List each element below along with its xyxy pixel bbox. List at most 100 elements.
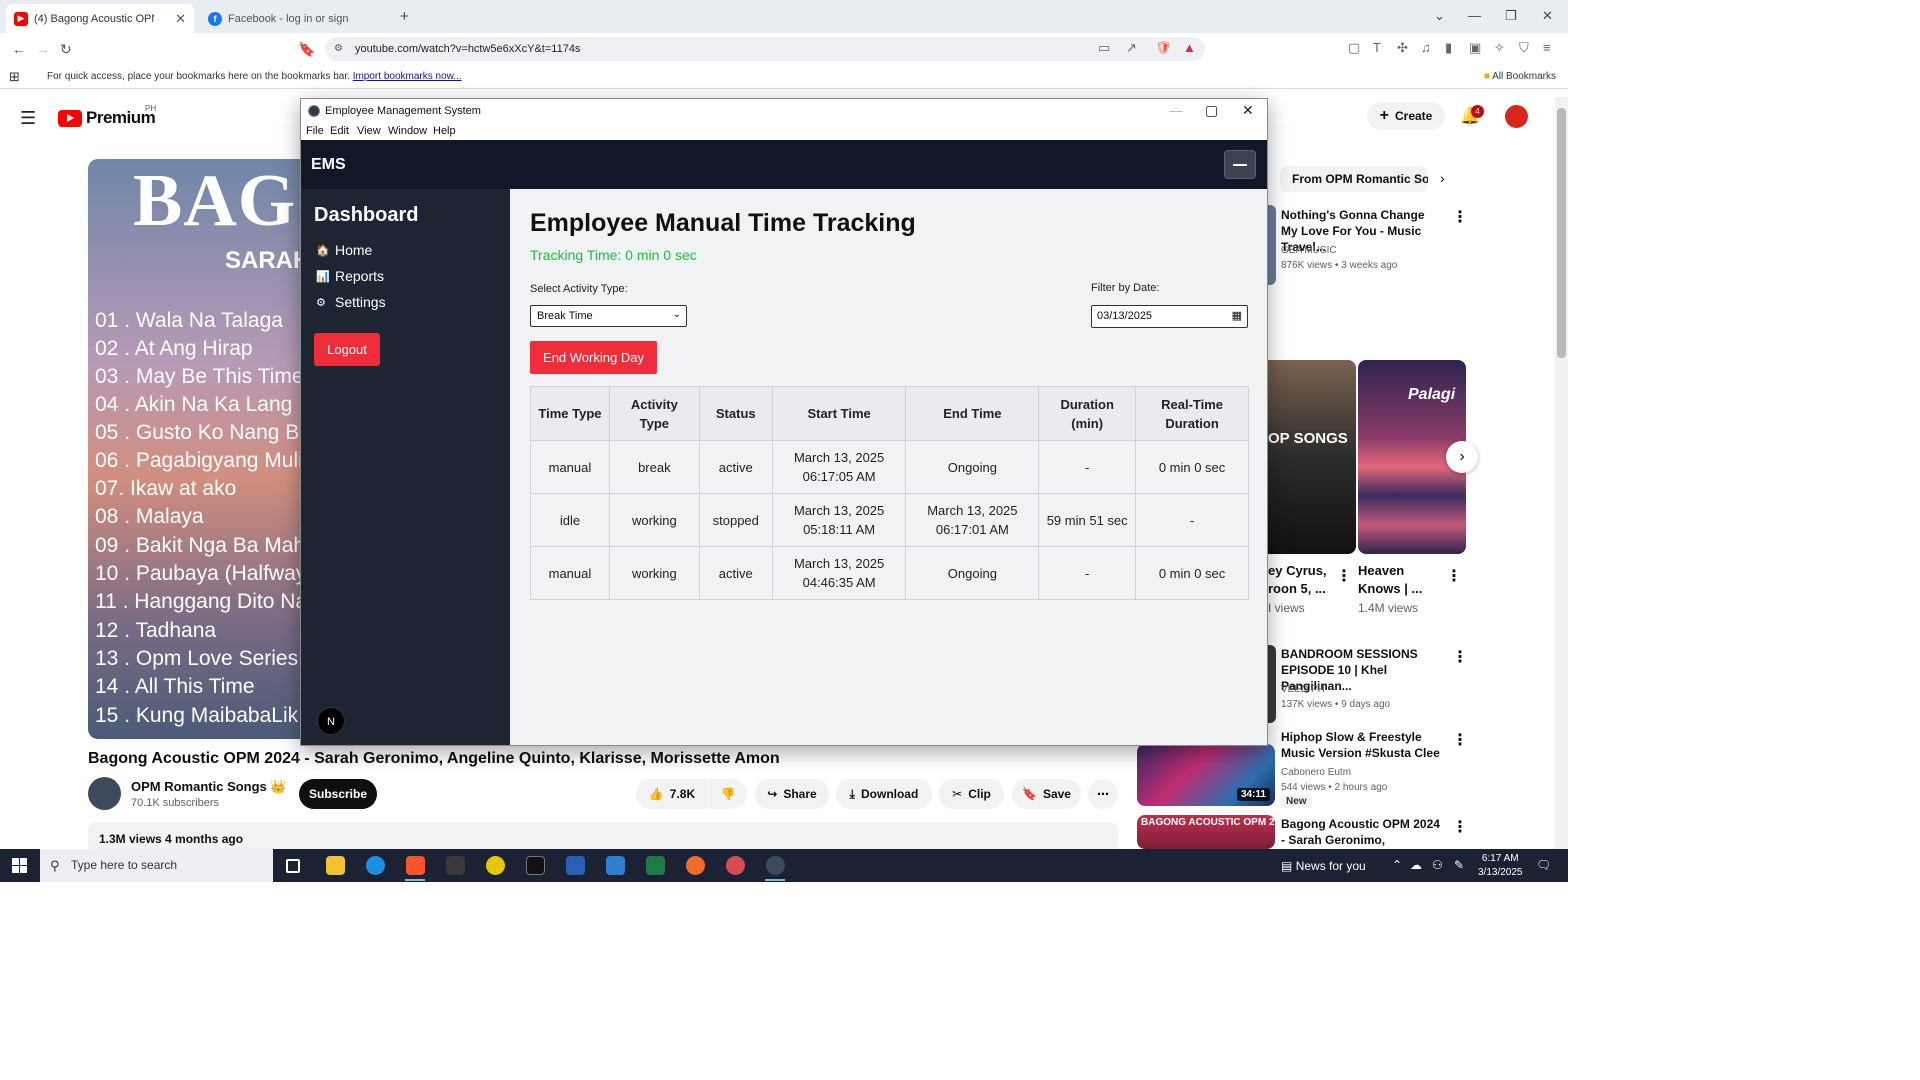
app-dark-icon[interactable] bbox=[526, 856, 545, 875]
site-info-icon[interactable]: ⚙ bbox=[334, 37, 343, 61]
music-icon[interactable]: ♫ bbox=[1421, 40, 1431, 55]
user-avatar[interactable] bbox=[1505, 105, 1528, 128]
new-tab-icon[interactable]: + bbox=[400, 8, 409, 25]
back-icon[interactable]: ← bbox=[12, 41, 26, 57]
taskbar-search-input[interactable]: ⚲ Type here to search bbox=[40, 849, 273, 882]
activity-type-select[interactable]: Break Time ⌄ bbox=[530, 305, 687, 327]
reload-icon[interactable]: ↻ bbox=[60, 41, 72, 58]
tab-list-icon[interactable]: ⌄ bbox=[1434, 8, 1445, 24]
maximize-icon[interactable]: ▢ bbox=[1205, 102, 1218, 119]
dev-tools-badge[interactable]: N bbox=[317, 707, 345, 735]
ems-titlebar[interactable]: Employee Management System — ▢ ✕ bbox=[301, 99, 1267, 123]
recommendation-title[interactable]: Hiphop Slow & Freestyle Music Version #S… bbox=[1281, 729, 1441, 761]
filter-chip-from-channel[interactable]: From OPM Romantic Son bbox=[1280, 166, 1428, 192]
vpn-icon[interactable]: ⛉ bbox=[1519, 40, 1529, 56]
cast-icon[interactable]: ▭ bbox=[1098, 40, 1110, 56]
share-icon[interactable]: ↗ bbox=[1126, 40, 1137, 56]
recommendation-thumbnail[interactable] bbox=[1268, 645, 1276, 723]
video-player[interactable]: BAGO SARAH 01 . Wala Na Talaga 02 . At A… bbox=[88, 159, 303, 739]
sidebar-item-home[interactable]: 🏠 Home bbox=[316, 242, 372, 258]
leo-icon[interactable]: ✧ bbox=[1494, 40, 1505, 56]
close-window-icon[interactable]: ✕ bbox=[1542, 8, 1553, 24]
close-icon[interactable]: ✕ bbox=[1242, 102, 1254, 119]
more-vertical-icon[interactable]: ⋮ bbox=[1452, 730, 1468, 750]
electron-app-icon[interactable] bbox=[766, 856, 785, 875]
forward-icon[interactable]: → bbox=[36, 41, 50, 57]
wallet-icon[interactable]: ▣ bbox=[1469, 40, 1481, 56]
menu-window[interactable]: Window bbox=[388, 125, 427, 137]
recommendation-thumbnail[interactable]: 34:11 bbox=[1137, 744, 1275, 806]
ems-brand[interactable]: EMS bbox=[311, 156, 346, 174]
share-button[interactable]: ↪ Share bbox=[755, 779, 829, 809]
menu-icon[interactable]: ≡ bbox=[1543, 40, 1551, 55]
brave-rewards-icon[interactable]: ▲ bbox=[1183, 40, 1196, 55]
subscribe-button[interactable]: Subscribe bbox=[299, 779, 377, 809]
logout-button[interactable]: Logout bbox=[314, 333, 380, 366]
recommendation-thumbnail[interactable]: BAGONG ACOUSTIC OPM 2024 bbox=[1137, 815, 1275, 849]
vscode-icon[interactable] bbox=[606, 856, 625, 875]
task-view-icon[interactable] bbox=[286, 859, 300, 873]
more-vertical-icon[interactable]: ⋮ bbox=[1336, 566, 1352, 586]
calendar-icon[interactable]: ▦ bbox=[1232, 309, 1242, 322]
more-vertical-icon[interactable]: ⋮ bbox=[1452, 817, 1468, 837]
all-bookmarks-button[interactable]: ■ All Bookmarks bbox=[1484, 71, 1556, 82]
recommendation-thumbnail[interactable] bbox=[1268, 205, 1276, 285]
menu-help[interactable]: Help bbox=[433, 125, 456, 137]
pen-icon[interactable]: ✎ bbox=[1454, 858, 1464, 872]
recommendation-channel[interactable]: Cabonero Eutm bbox=[1281, 767, 1351, 778]
end-working-day-button[interactable]: End Working Day bbox=[530, 341, 657, 374]
puzzle-icon[interactable]: ✣ bbox=[1397, 40, 1408, 56]
tab-facebook[interactable]: f Facebook - log in or sign up bbox=[200, 4, 390, 33]
minimize-icon[interactable]: — bbox=[1169, 102, 1183, 118]
download-button[interactable]: ⤓ Download bbox=[836, 779, 932, 809]
app-yellow-icon[interactable] bbox=[486, 856, 505, 875]
postman-icon[interactable] bbox=[686, 856, 705, 875]
extension-icon[interactable]: ▢ bbox=[1348, 40, 1360, 56]
more-vertical-icon[interactable]: ⋮ bbox=[1452, 647, 1468, 667]
shorts-title[interactable]: ey Cyrus, roon 5, ... bbox=[1268, 562, 1328, 598]
minimize-icon[interactable]: — bbox=[1468, 8, 1481, 23]
menu-file[interactable]: File bbox=[306, 125, 324, 137]
brave-icon[interactable] bbox=[406, 856, 425, 875]
more-vertical-icon[interactable]: ⋮ bbox=[1446, 566, 1462, 586]
import-bookmarks-link[interactable]: Import bookmarks now... bbox=[353, 71, 462, 82]
shorts-title[interactable]: Heaven Knows | ... bbox=[1358, 562, 1430, 598]
more-actions-button[interactable]: ⋯ bbox=[1088, 779, 1118, 809]
youtube-logo[interactable]: Premium bbox=[58, 108, 156, 128]
like-button[interactable]: 👍 7.8K bbox=[636, 779, 708, 809]
start-button[interactable] bbox=[12, 858, 27, 873]
taskbar-clock[interactable]: 6:17 AM 3/13/2025 bbox=[1478, 852, 1523, 880]
sidebar-item-settings[interactable]: ⚙ Settings bbox=[316, 294, 386, 310]
channel-name[interactable]: OPM Romantic Songs 👑 bbox=[131, 779, 287, 795]
sidebar-item-reports[interactable]: 📊 Reports bbox=[316, 268, 384, 284]
filter-date-input[interactable]: 03/13/2025 ▦ bbox=[1091, 305, 1248, 328]
brave-shield-icon[interactable]: 🛡 bbox=[1155, 40, 1172, 56]
translate-icon[interactable]: T bbox=[1373, 40, 1381, 55]
chevron-up-icon[interactable]: ⌃ bbox=[1392, 858, 1402, 872]
hamburger-menu-icon[interactable]: ☰ bbox=[20, 108, 36, 129]
shorts-next-button[interactable]: › bbox=[1446, 441, 1478, 473]
sidebar-icon[interactable]: ▮ bbox=[1445, 40, 1452, 56]
views-and-date[interactable]: 1.3M views 4 months ago bbox=[88, 822, 1118, 852]
page-scrollbar-thumb[interactable] bbox=[1557, 108, 1566, 358]
terminal-icon[interactable] bbox=[446, 856, 465, 875]
cloud-icon[interactable]: ☁ bbox=[1410, 858, 1422, 872]
menu-view[interactable]: View bbox=[357, 125, 381, 137]
network-icon[interactable]: ⚇ bbox=[1432, 858, 1443, 872]
news-widget[interactable]: ▤ News for you bbox=[1281, 859, 1366, 873]
tab-youtube[interactable]: ▶ (4) Bagong Acoustic OPM 2024 - Sar ✕ bbox=[6, 4, 194, 33]
app-cloud-icon[interactable] bbox=[726, 856, 745, 875]
sidebar-toggle-button[interactable] bbox=[1224, 150, 1256, 179]
create-button[interactable]: + Create bbox=[1367, 102, 1445, 130]
menu-edit[interactable]: Edit bbox=[330, 125, 349, 137]
save-button[interactable]: 🔖 Save bbox=[1012, 779, 1081, 809]
file-explorer-icon[interactable] bbox=[326, 856, 345, 875]
bookmark-icon[interactable]: 🔖 bbox=[298, 41, 315, 58]
word-icon[interactable] bbox=[566, 856, 585, 875]
recommendation-channel[interactable]: VEED PH bbox=[1281, 684, 1325, 695]
more-vertical-icon[interactable]: ⋮ bbox=[1452, 207, 1468, 227]
restore-icon[interactable]: ❐ bbox=[1505, 8, 1517, 24]
edge-icon[interactable] bbox=[366, 856, 385, 875]
dislike-button[interactable]: 👎 bbox=[709, 779, 747, 809]
apps-icon[interactable]: ⊞ bbox=[9, 69, 20, 85]
